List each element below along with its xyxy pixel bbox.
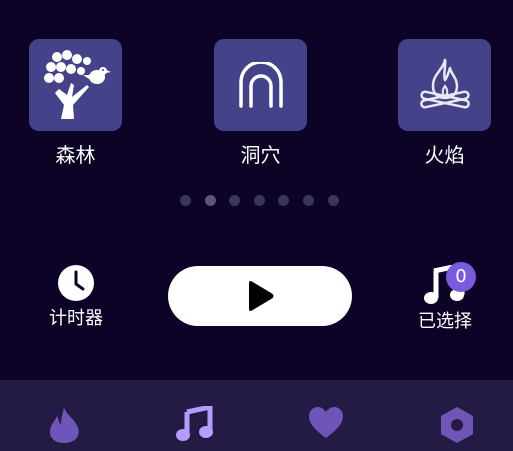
bottom-nav <box>0 380 513 451</box>
nav-fire[interactable] <box>44 406 84 446</box>
timer-button[interactable]: 计时器 <box>46 264 106 334</box>
selected-sounds-button[interactable]: 0 已选择 <box>414 262 476 336</box>
page-dot[interactable] <box>328 195 339 206</box>
sound-tile-cave[interactable] <box>214 39 307 131</box>
nav-settings[interactable] <box>437 406 477 446</box>
page-dot[interactable] <box>278 195 289 206</box>
sound-tile-forest[interactable] <box>29 39 122 131</box>
timer-label: 计时器 <box>49 308 103 329</box>
selected-label: 已选择 <box>418 311 472 332</box>
page-dot[interactable] <box>254 195 265 206</box>
flame-icon <box>49 407 79 443</box>
nav-favorites[interactable] <box>306 406 346 446</box>
hexagon-settings-icon <box>441 407 473 443</box>
page-dot-active[interactable] <box>205 195 216 206</box>
sound-label-forest: 森林 <box>55 143 96 167</box>
heart-icon <box>309 407 343 438</box>
tree-bird-icon <box>43 50 111 119</box>
sound-label-fire: 火焰 <box>424 143 465 167</box>
campfire-icon <box>419 58 470 109</box>
page-dot[interactable] <box>303 195 314 206</box>
cave-arch-icon <box>238 62 283 108</box>
music-note-icon <box>176 406 213 441</box>
selected-count-badge: 0 <box>446 262 476 292</box>
clock-icon <box>58 265 94 301</box>
sound-label-cave: 洞穴 <box>240 143 281 167</box>
play-icon <box>249 281 274 311</box>
nav-music[interactable] <box>175 406 215 446</box>
page-dot[interactable] <box>229 195 240 206</box>
sound-tile-fire[interactable] <box>398 39 491 131</box>
page-dot[interactable] <box>180 195 191 206</box>
play-button[interactable] <box>168 266 352 326</box>
